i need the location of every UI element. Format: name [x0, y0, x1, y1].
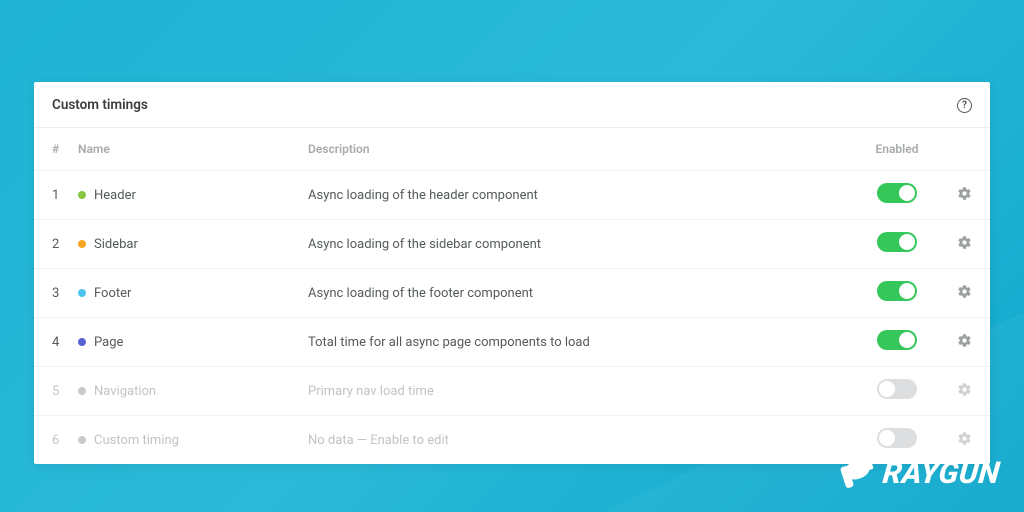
enabled-toggle[interactable] [877, 379, 917, 399]
gear-icon[interactable] [957, 382, 972, 397]
gear-icon[interactable] [957, 333, 972, 348]
row-name: Navigation [94, 384, 156, 399]
row-description: Async loading of the sidebar component [308, 237, 862, 252]
row-name-cell: Page [78, 335, 308, 350]
row-name: Custom timing [94, 433, 179, 448]
row-actions [932, 186, 972, 205]
row-name-cell: Navigation [78, 384, 308, 399]
gear-icon[interactable] [957, 431, 972, 446]
enabled-toggle[interactable] [877, 281, 917, 301]
enabled-toggle[interactable] [877, 232, 917, 252]
brand-text: RAYGUN [881, 456, 1001, 491]
row-actions [932, 382, 972, 401]
row-index: 4 [52, 335, 78, 350]
table-row: 3 Footer Async loading of the footer compo… [34, 269, 990, 318]
row-actions [932, 284, 972, 303]
row-description: Async loading of the header component [308, 188, 862, 203]
enabled-toggle[interactable] [877, 330, 917, 350]
row-enabled-cell [862, 281, 932, 305]
row-actions [932, 431, 972, 450]
row-name: Sidebar [94, 237, 138, 252]
row-index: 3 [52, 286, 78, 301]
status-dot-icon [78, 191, 86, 199]
row-description: No data — Enable to edit [308, 433, 862, 448]
col-header-index: # [52, 142, 78, 156]
table-row: 2 Sidebar Async loading of the sidebar com… [34, 220, 990, 269]
row-index: 5 [52, 384, 78, 399]
raygun-icon [835, 450, 881, 496]
custom-timings-panel: Custom timings ? # Name Description Enab… [34, 82, 990, 464]
column-headers: # Name Description Enabled [34, 128, 990, 171]
panel-title: Custom timings [52, 97, 148, 113]
col-header-description: Description [308, 142, 862, 156]
status-dot-icon [78, 240, 86, 248]
table-row: 5 Navigation Primary nav load time [34, 367, 990, 416]
rows-container: 1 Header Async loading of the header compo… [34, 171, 990, 464]
panel-header: Custom timings ? [34, 82, 990, 128]
row-enabled-cell [862, 330, 932, 354]
row-description: Total time for all async page components… [308, 335, 862, 350]
row-name: Header [94, 188, 136, 203]
gear-icon[interactable] [957, 284, 972, 299]
row-index: 1 [52, 188, 78, 203]
enabled-toggle[interactable] [877, 183, 917, 203]
row-actions [932, 235, 972, 254]
row-enabled-cell [862, 379, 932, 403]
row-name-cell: Sidebar [78, 237, 308, 252]
row-enabled-cell [862, 232, 932, 256]
gear-icon[interactable] [957, 186, 972, 201]
status-dot-icon [78, 436, 86, 444]
row-enabled-cell [862, 183, 932, 207]
row-index: 6 [52, 433, 78, 448]
row-name-cell: Custom timing [78, 433, 308, 448]
row-name-cell: Footer [78, 286, 308, 301]
gear-icon[interactable] [957, 235, 972, 250]
status-dot-icon [78, 387, 86, 395]
row-actions [932, 333, 972, 352]
status-dot-icon [78, 338, 86, 346]
row-index: 2 [52, 237, 78, 252]
table-row: 4 Page Total time for all async page compo… [34, 318, 990, 367]
status-dot-icon [78, 289, 86, 297]
row-description: Primary nav load time [308, 384, 862, 399]
row-enabled-cell [862, 428, 932, 452]
col-header-name: Name [78, 142, 308, 156]
brand-logo: RAYGUN [835, 450, 1000, 496]
row-description: Async loading of the footer component [308, 286, 862, 301]
row-name-cell: Header [78, 188, 308, 203]
row-name: Footer [94, 286, 131, 301]
table-row: 1 Header Async loading of the header compo… [34, 171, 990, 220]
help-icon[interactable]: ? [957, 98, 972, 113]
col-header-enabled: Enabled [862, 142, 932, 156]
enabled-toggle[interactable] [877, 428, 917, 448]
row-name: Page [94, 335, 123, 350]
